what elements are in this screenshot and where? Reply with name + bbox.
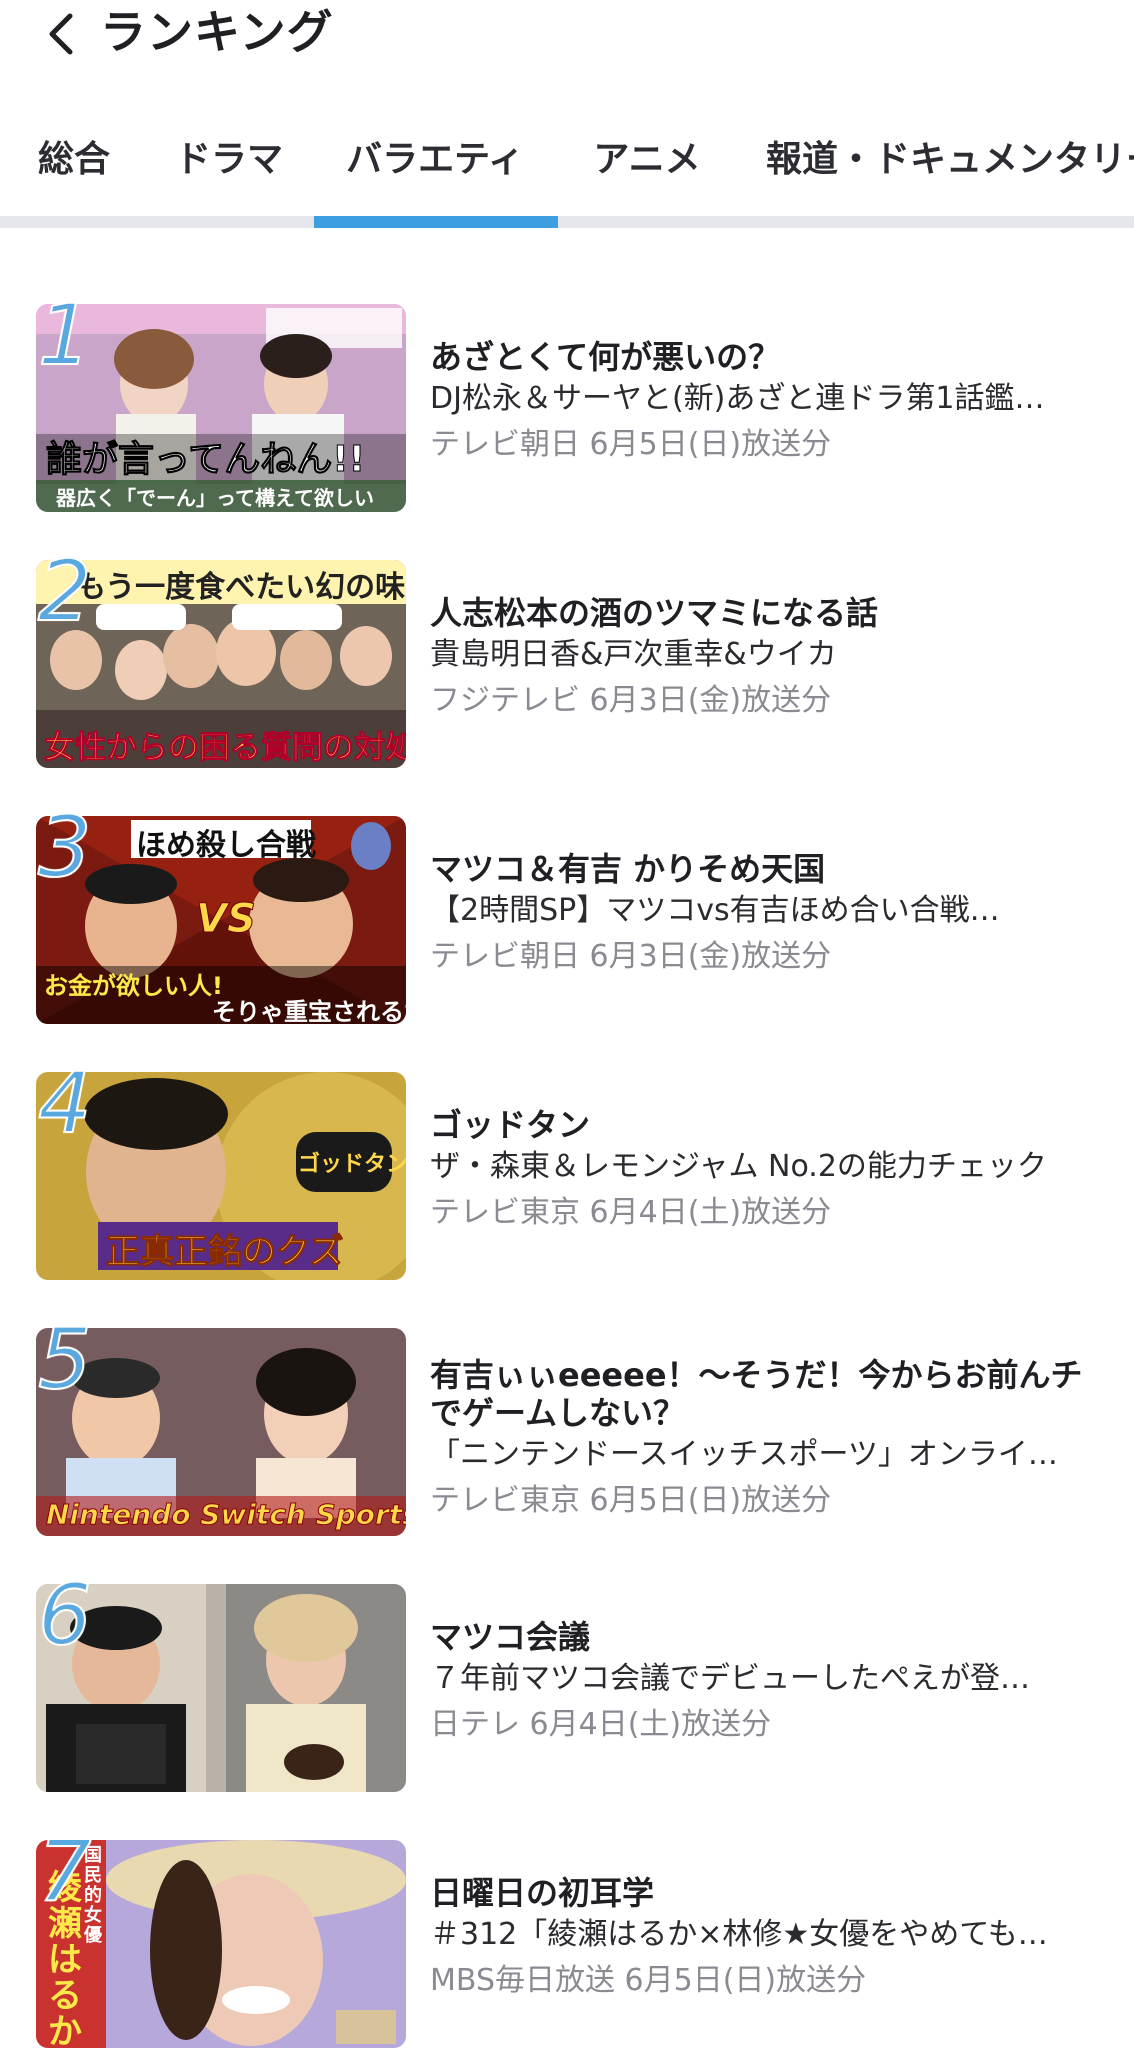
- episode-subtitle: 【2時間SP】マツコvs有吉ほめ合い合戦…: [430, 893, 1000, 928]
- thumbnail-caption: Nintendo Switch Sports: [46, 1498, 406, 1532]
- tab-underline: [0, 216, 1134, 228]
- episode-subtitle: ザ・森東＆レモンジャム No.2の能力チェック: [430, 1149, 1047, 1184]
- thumbnail-caption: 正真正銘のクズ: [105, 1232, 344, 1273]
- tab-drama[interactable]: ドラマ: [174, 120, 284, 220]
- program-title: あざとくて何が悪いの？: [430, 338, 781, 376]
- item-meta: 人志松本の酒のツマミになる話 貴島明日香&戸次重幸&ウイカ フジテレビ 6月3日…: [430, 594, 1110, 724]
- broadcast-date: テレビ朝日 6月3日(金)放送分: [430, 939, 832, 974]
- category-tabs: 総合 ドラマ バラエティ アニメ 報道・ドキュメンタリー: [0, 120, 1134, 230]
- rank-number: 7: [37, 1822, 92, 1920]
- item-meta: 有吉ぃぃeeeee！～そうだ！今からお前んチでゲームしない？ 「ニンテンドースイ…: [430, 1356, 1110, 1524]
- thumbnail-subcaption: そりゃ重宝されるわ: [212, 998, 406, 1024]
- rank-number: 2: [37, 542, 92, 640]
- chevron-left-icon: [49, 13, 73, 55]
- episode-subtitle: ７年前マツコ会議でデビューしたぺえが登…: [430, 1661, 1030, 1696]
- episode-subtitle: DJ松永＆サーヤと(新)あざと連ドラ第1話鑑…: [430, 381, 1045, 416]
- thumbnail-caption: ほめ殺し合戦: [136, 828, 316, 863]
- list-item[interactable]: Nintendo Switch Sports 5 有吉ぃぃeeeee！～そうだ！…: [0, 1310, 1134, 1536]
- thumbnail-caption: もう一度食べたい幻の味: [76, 570, 406, 605]
- item-meta: マツコ＆有吉 かりそめ天国 【2時間SP】マツコvs有吉ほめ合い合戦… テレビ朝…: [430, 850, 1110, 980]
- rank-number: 5: [37, 1310, 92, 1408]
- program-title: ゴッドタン: [430, 1106, 591, 1144]
- program-title: マツコ会議: [430, 1618, 591, 1656]
- broadcast-date: テレビ東京 6月4日(土)放送分: [430, 1195, 832, 1230]
- broadcast-date: 日テレ 6月4日(土)放送分: [430, 1707, 772, 1742]
- list-item[interactable]: ほめ殺し合戦 VS お金が欲しい人! そりゃ重宝されるわ 3 マツコ＆有吉 かり…: [0, 798, 1134, 1024]
- list-item[interactable]: もう一度食べたい幻の味 女性からの困る質問の対処法 2 人志松本の酒のツマミにな…: [0, 542, 1134, 768]
- item-meta: マツコ会議 ７年前マツコ会議でデビューしたぺえが登… 日テレ 6月4日(土)放送…: [430, 1618, 1110, 1748]
- list-item[interactable]: 誰が言ってんねん!! 器広く「でーん」って構えて欲しい 1 あざとくて何が悪いの…: [0, 286, 1134, 512]
- thumbnail-logo: ゴッドタン: [298, 1152, 406, 1177]
- back-button[interactable]: [36, 6, 86, 62]
- tab-variety[interactable]: バラエティ: [340, 120, 530, 220]
- episode-subtitle: 貴島明日香&戸次重幸&ウイカ: [430, 637, 837, 672]
- program-title: 有吉ぃぃeeeee！～そうだ！今からお前んチでゲームしない？: [430, 1356, 1083, 1432]
- rank-number: 4: [37, 1054, 92, 1152]
- item-meta: ゴッドタン ザ・森東＆レモンジャム No.2の能力チェック テレビ東京 6月4日…: [430, 1106, 1110, 1236]
- item-meta: 日曜日の初耳学 ＃312「綾瀬はるか×林修★女優をやめても… MBS毎日放送 6…: [430, 1874, 1110, 2004]
- episode-subtitle: 「ニンテンドースイッチスポーツ」オンライ…: [430, 1437, 1058, 1472]
- list-item[interactable]: 6 マツコ会議 ７年前マツコ会議でデビューしたぺえが登… 日テレ 6月4日(土)…: [0, 1566, 1134, 1792]
- thumbnail-vs: VS: [196, 896, 257, 943]
- rank-number: 6: [37, 1566, 92, 1664]
- header: ランキング: [0, 0, 1134, 80]
- tab-news-documentary[interactable]: 報道・ドキュメンタリー: [766, 120, 1134, 220]
- program-title: マツコ＆有吉 かりそめ天国: [430, 850, 826, 888]
- list-item[interactable]: 正真正銘のクズ ゴッドタン 4 ゴッドタン ザ・森東＆レモンジャム No.2の能…: [0, 1054, 1134, 1280]
- broadcast-date: テレビ朝日 6月5日(日)放送分: [430, 427, 832, 462]
- tab-overall[interactable]: 総合: [34, 120, 114, 220]
- thumbnail-caption: 誰が言ってんねん!!: [45, 439, 366, 481]
- item-meta: あざとくて何が悪いの？ DJ松永＆サーヤと(新)あざと連ドラ第1話鑑… テレビ朝…: [430, 338, 1110, 468]
- page-title: ランキング: [100, 5, 334, 59]
- thumbnail-subcaption: 器広く「でーん」って構えて欲しい: [56, 486, 374, 510]
- program-title: 日曜日の初耳学: [430, 1874, 655, 1912]
- thumbnail-subcaption: 女性からの困る質問の対処法: [44, 730, 407, 767]
- list-item[interactable]: 綾瀬はるか 国民的女優 7 日曜日の初耳学 ＃312「綾瀬はるか×林修★女優をや…: [0, 1822, 1134, 2048]
- broadcast-date: フジテレビ 6月3日(金)放送分: [430, 683, 832, 718]
- rank-number: 1: [37, 286, 92, 384]
- tab-active-indicator: [314, 216, 558, 228]
- thumbnail-subcaption: お金が欲しい人!: [44, 972, 223, 1000]
- rank-number: 3: [37, 798, 92, 896]
- episode-subtitle: ＃312「綾瀬はるか×林修★女優をやめても…: [430, 1917, 1048, 1952]
- program-title: 人志松本の酒のツマミになる話: [430, 594, 879, 632]
- broadcast-date: MBS毎日放送 6月5日(日)放送分: [430, 1963, 867, 1998]
- tab-anime[interactable]: アニメ: [592, 120, 702, 220]
- broadcast-date: テレビ東京 6月5日(日)放送分: [430, 1483, 832, 1518]
